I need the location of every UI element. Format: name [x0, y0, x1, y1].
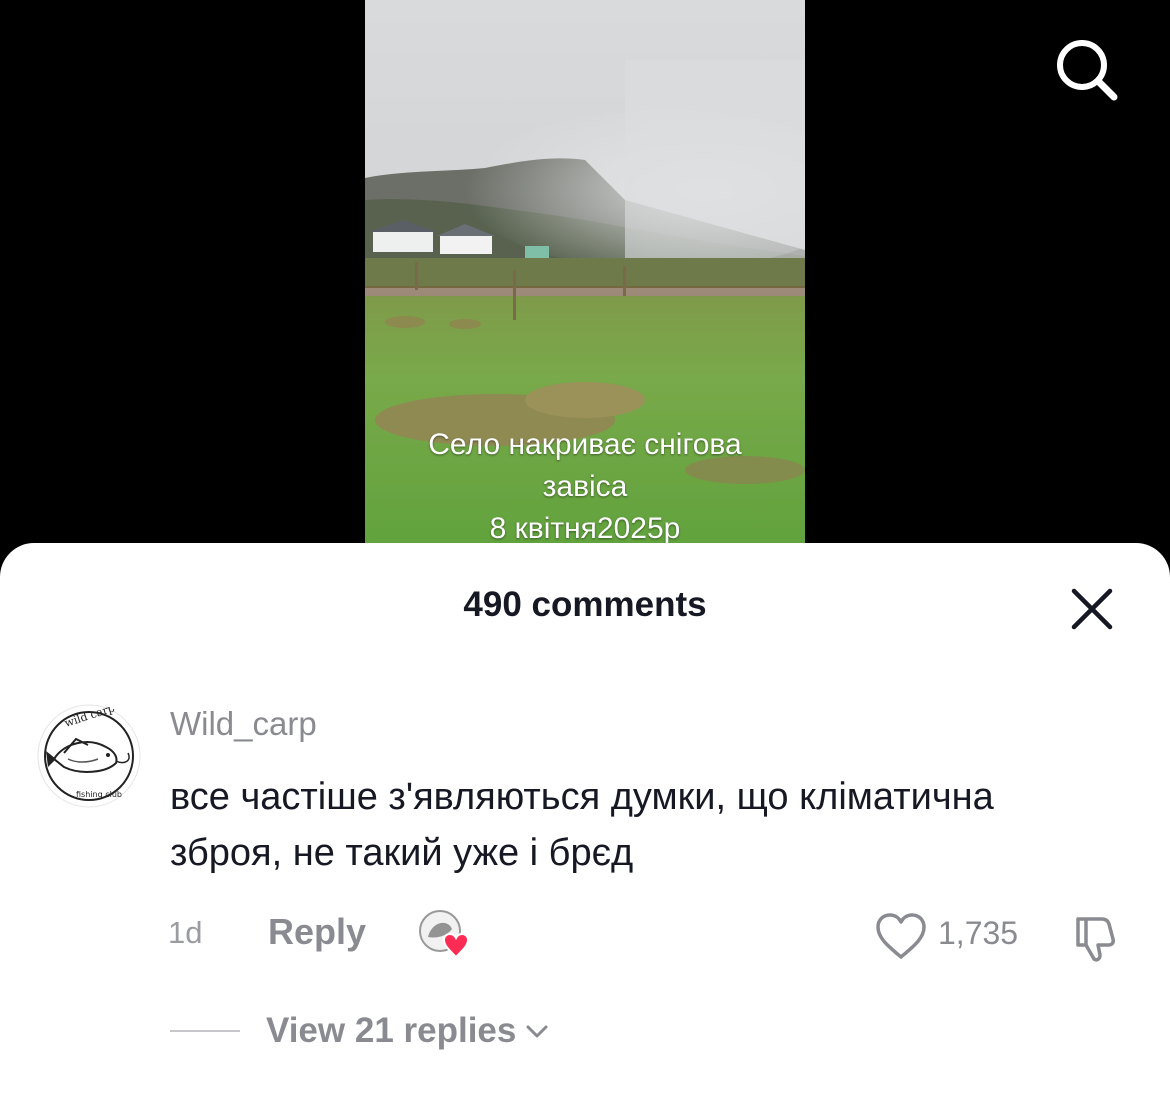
- search-button[interactable]: [1050, 32, 1122, 104]
- creator-avatar-icon: [419, 910, 470, 959]
- like-button[interactable]: [874, 911, 928, 961]
- comment-username[interactable]: Wild_carp: [170, 705, 317, 743]
- close-icon: [1071, 588, 1113, 630]
- video-player[interactable]: Село накриває снігова завіса 8 квітня202…: [365, 0, 805, 560]
- caption-line-2: завіса: [542, 470, 628, 503]
- chevron-down-icon: [526, 1025, 548, 1038]
- heart-outline-icon: [876, 913, 926, 959]
- liked-by-creator-badge: [418, 909, 476, 959]
- view-replies-button[interactable]: View 21 replies: [266, 1011, 550, 1051]
- comment-time: 1d: [168, 915, 203, 950]
- caption-line-1: Село накриває снігова: [428, 428, 742, 461]
- comments-sheet: 490 comments wild carp fishing club Wild…: [0, 543, 1170, 1102]
- reply-button[interactable]: Reply: [268, 911, 366, 953]
- comments-count-title: 490 comments: [463, 585, 707, 624]
- logo-text-bottom: fishing club: [76, 790, 122, 799]
- like-count: 1,735: [938, 915, 1019, 951]
- replies-divider: [170, 1030, 240, 1032]
- close-button[interactable]: [1066, 583, 1118, 635]
- thumbs-down-icon: [1076, 917, 1115, 962]
- search-icon: [1057, 40, 1118, 101]
- view-replies-label: View 21 replies: [266, 1011, 517, 1050]
- comment-text: все частіше з'являються думки, що клімат…: [170, 776, 994, 874]
- avatar[interactable]: wild carp fishing club: [36, 703, 142, 809]
- heart-red-icon: [442, 932, 470, 959]
- video-caption: Село накриває снігова завіса 8 квітня202…: [365, 424, 805, 550]
- dislike-button[interactable]: [1072, 911, 1126, 965]
- wild-carp-logo: wild carp fishing club: [37, 703, 141, 808]
